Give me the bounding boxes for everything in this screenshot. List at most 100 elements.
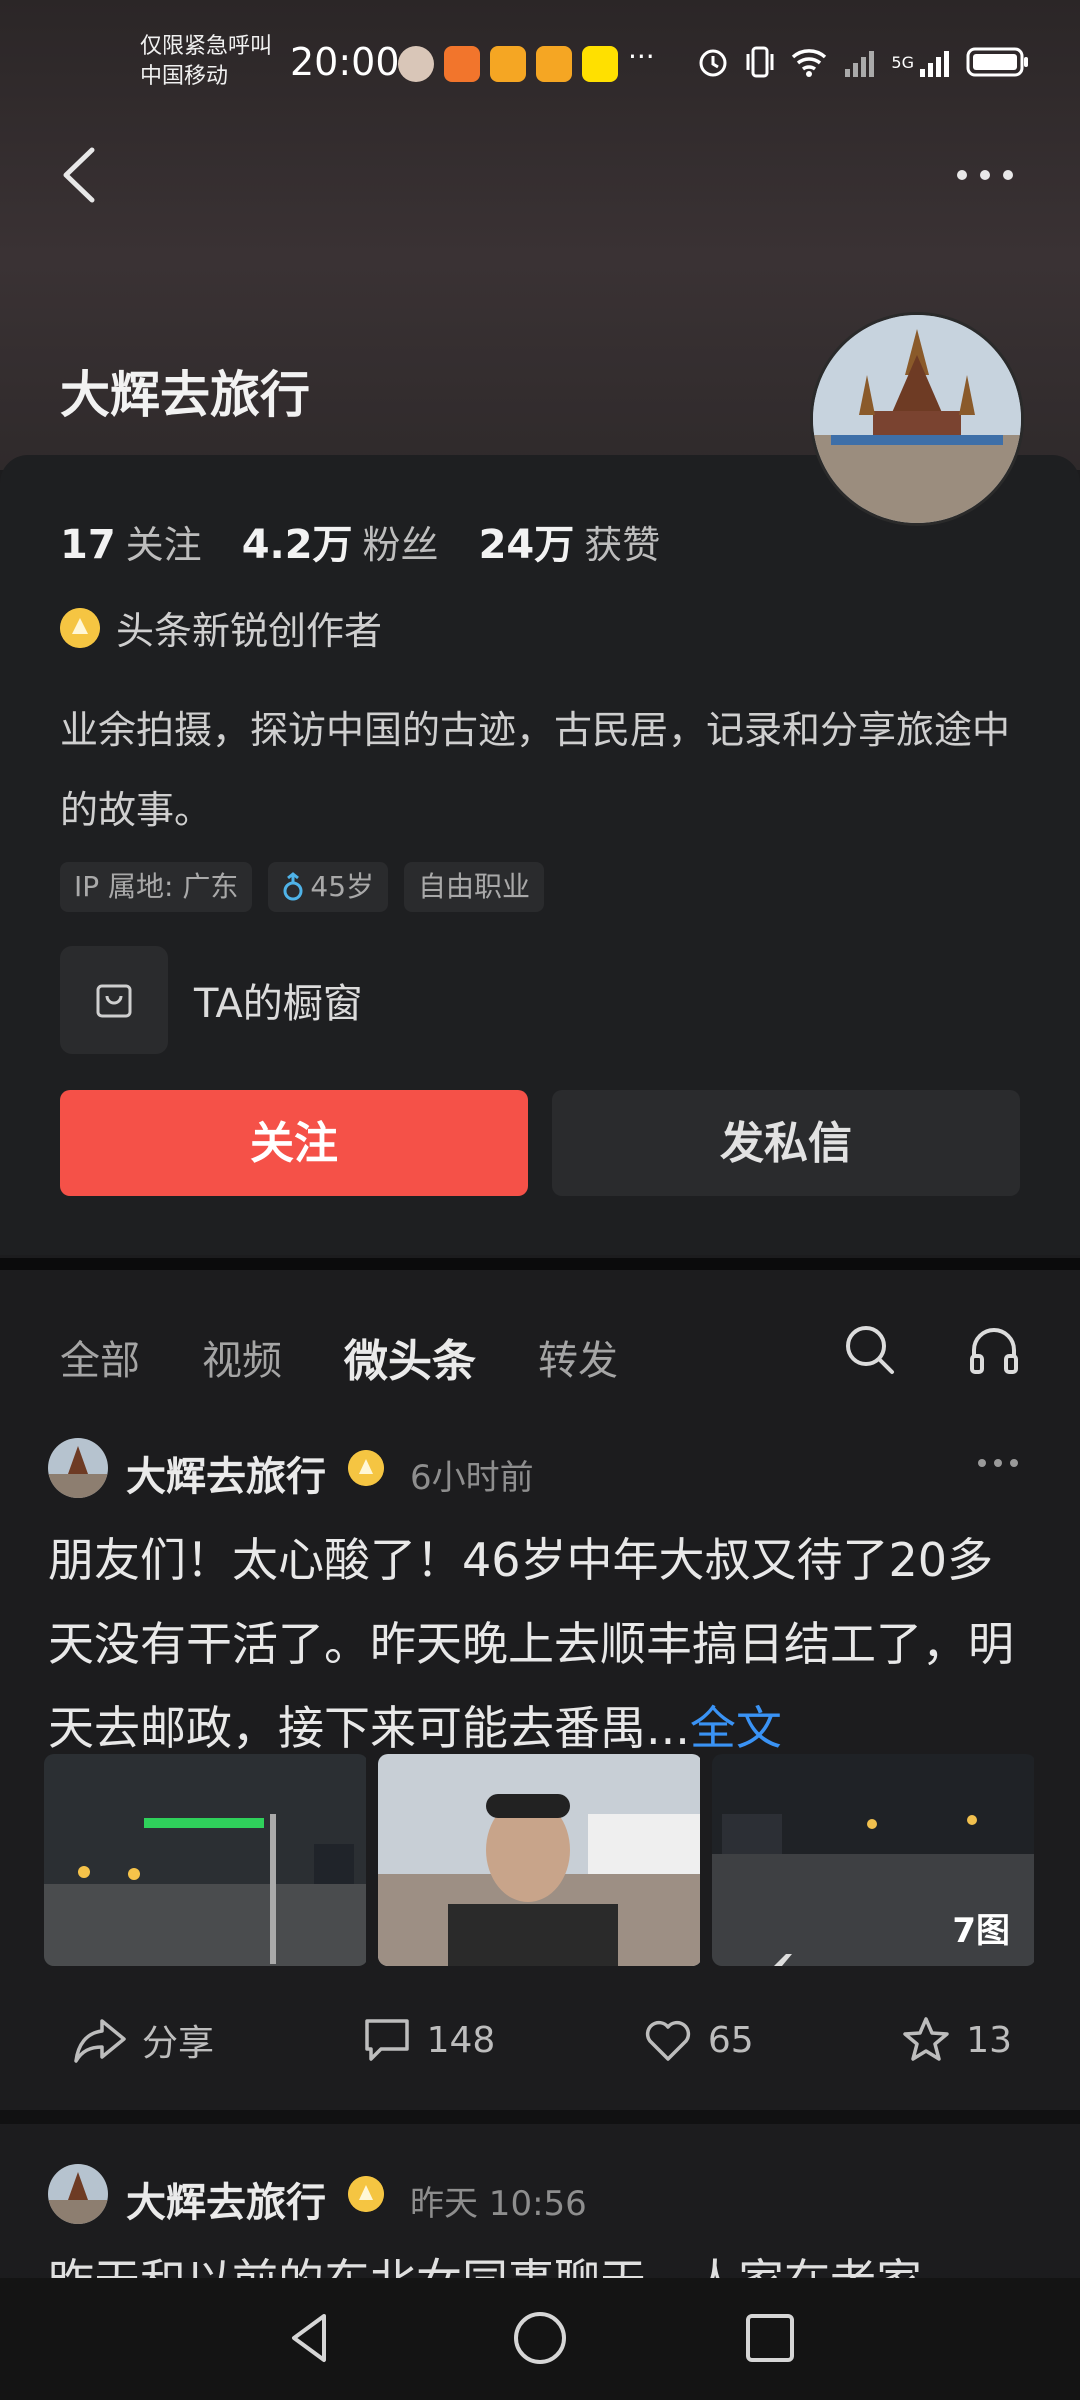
likes-count: 24万 — [478, 522, 575, 568]
comment-count: 148 — [426, 2019, 496, 2061]
following-stat[interactable]: 17 关注 — [60, 514, 202, 569]
ip-location-tag: IP 属地: 广东 — [60, 862, 253, 912]
carrier-line-name: 中国移动 — [140, 64, 229, 89]
carrier-line-emergency: 仅限紧急呼叫 — [140, 34, 273, 59]
post-author-name[interactable]: 大辉去旅行 — [126, 2170, 326, 2228]
followers-stat[interactable]: 4.2万 粉丝 — [242, 512, 439, 570]
nav-back-button[interactable] — [280, 2308, 340, 2368]
creator-medal-icon — [348, 1450, 384, 1486]
more-options-button[interactable] — [950, 150, 1020, 200]
follow-button[interactable]: 关注 — [60, 1090, 528, 1196]
post-time: 昨天 10:56 — [410, 2184, 587, 2224]
post-author-avatar[interactable] — [48, 1438, 108, 1498]
tab-video[interactable]: 视频 — [202, 1328, 282, 1386]
chevron-left-icon — [63, 147, 95, 203]
post-more-button[interactable] — [976, 1448, 1020, 1486]
post-body[interactable]: 朋友们！太心酸了！46岁中年大叔又待了20多天没有干活了。昨天晚上去顺丰搞日结工… — [48, 1518, 1038, 1770]
profile-name: 大辉去旅行 — [60, 366, 310, 424]
shopping-bag-icon — [60, 946, 168, 1054]
tab-all[interactable]: 全部 — [60, 1328, 140, 1386]
shop-window-label: TA的橱窗 — [194, 981, 363, 1027]
male-gender-icon — [283, 872, 303, 901]
post-image-1[interactable] — [44, 1754, 368, 1966]
search-button[interactable] — [840, 1320, 900, 1380]
post-image-3[interactable]: 7图 — [712, 1754, 1036, 1966]
creator-medal-icon — [60, 607, 100, 648]
occupation-tag: 自由职业 — [404, 862, 545, 912]
square-recents-icon — [746, 2314, 794, 2362]
notification-avatar-icon — [398, 46, 434, 82]
post-body-text: 朋友们！太心酸了！46岁中年大叔又待了20多天没有干活了。昨天晚上去顺丰搞日结工… — [48, 1533, 1014, 1755]
heart-icon — [645, 2020, 690, 2061]
profile-tags: IP 属地: 广东 45岁 自由职业 — [60, 862, 545, 912]
circle-home-icon — [514, 2312, 566, 2364]
temple-photo — [813, 315, 1021, 523]
send-message-button[interactable]: 发私信 — [552, 1090, 1020, 1196]
post-image-grid: 7图 — [44, 1754, 1036, 1966]
section-divider — [0, 1258, 1080, 1270]
following-label: 关注 — [125, 523, 202, 567]
nav-home-button[interactable] — [510, 2308, 570, 2368]
post-body-preview[interactable]: 昨天和以前的东北女同事聊天，人家在老家 — [48, 2245, 1038, 2281]
alarm-icon — [699, 49, 727, 77]
status-time: 20:00 — [290, 40, 400, 84]
headphones-icon — [970, 1328, 1018, 1374]
share-label: 分享 — [142, 2023, 215, 2064]
vibrate-icon — [746, 46, 774, 78]
network-type-label: 5G — [891, 52, 914, 72]
read-full-link[interactable]: 全文 — [690, 1701, 782, 1755]
post-divider — [0, 2110, 1080, 2124]
comment-icon — [364, 2019, 409, 2061]
comment-button[interactable]: 148 — [361, 2015, 496, 2065]
age-text: 45岁 — [310, 870, 375, 903]
creator-medal-icon — [348, 2176, 384, 2212]
favorite-count: 13 — [966, 2019, 1012, 2061]
post-time: 6小时前 — [410, 1458, 534, 1498]
weibo-icon — [490, 46, 526, 82]
triangle-back-icon — [292, 2314, 326, 2362]
image-count-badge: 7图 — [952, 1911, 1010, 1951]
favorite-button[interactable]: 13 — [900, 2015, 1012, 2065]
age-tag: 45岁 — [268, 862, 389, 912]
profile-bio: 业余拍摄，探访中国的古迹，古民居，记录和分享旅途中的故事。 — [60, 708, 1011, 832]
status-bar: 仅限紧急呼叫 中国移动 20:00 ··· 5G — [0, 0, 1080, 130]
followers-count: 4.2万 — [241, 522, 353, 568]
wifi-icon — [792, 49, 827, 77]
post-author-avatar[interactable] — [48, 2164, 108, 2224]
share-icon — [74, 2019, 126, 2063]
tab-repost[interactable]: 转发 — [538, 1328, 618, 1386]
system-icons: 5G — [695, 44, 1030, 80]
creator-badge-text: 头条新锐创作者 — [116, 609, 383, 653]
profile-avatar[interactable] — [810, 312, 1024, 526]
carrier-info: 仅限紧急呼叫 中国移动 — [140, 32, 272, 92]
occupation-text: 自由职业 — [418, 870, 531, 903]
post-author-name[interactable]: 大辉去旅行 — [126, 1444, 326, 1502]
battery-icon — [966, 47, 1028, 77]
xianyu-icon — [582, 46, 618, 82]
likes-stat[interactable]: 24万 获赞 — [479, 512, 661, 570]
signal-strength-icon — [845, 51, 875, 77]
more-horizontal-icon — [978, 1459, 1018, 1467]
followers-label: 粉丝 — [362, 523, 439, 567]
shop-window-entry[interactable]: TA的橱窗 — [60, 946, 363, 1054]
tab-micro-post[interactable]: 微头条 — [344, 1325, 476, 1389]
share-button[interactable]: 分享 — [72, 2014, 214, 2066]
creator-badge[interactable]: 头条新锐创作者 — [60, 600, 382, 655]
weibo-icon-2 — [536, 46, 572, 82]
back-button[interactable] — [56, 140, 116, 210]
content-tabs: 全部 视频 微头条 转发 — [60, 1325, 618, 1389]
post-actions: 分享 148 65 13 — [72, 2010, 1012, 2070]
profile-stats: 17 关注 4.2万 粉丝 24万 获赞 — [60, 512, 660, 570]
likes-label: 获赞 — [584, 523, 661, 567]
listen-button[interactable] — [964, 1320, 1024, 1380]
following-count: 17 — [60, 522, 116, 568]
post-image-2[interactable] — [378, 1754, 702, 1966]
more-horizontal-icon — [957, 170, 1013, 180]
search-icon — [846, 1326, 894, 1374]
like-button[interactable]: 65 — [642, 2015, 754, 2065]
signal-strength-icon-2 — [920, 51, 949, 77]
nav-recents-button[interactable] — [740, 2308, 800, 2368]
ip-location-text: IP 属地: 广东 — [74, 870, 239, 903]
red-envelope-icon — [444, 46, 480, 82]
like-count: 65 — [707, 2019, 754, 2061]
